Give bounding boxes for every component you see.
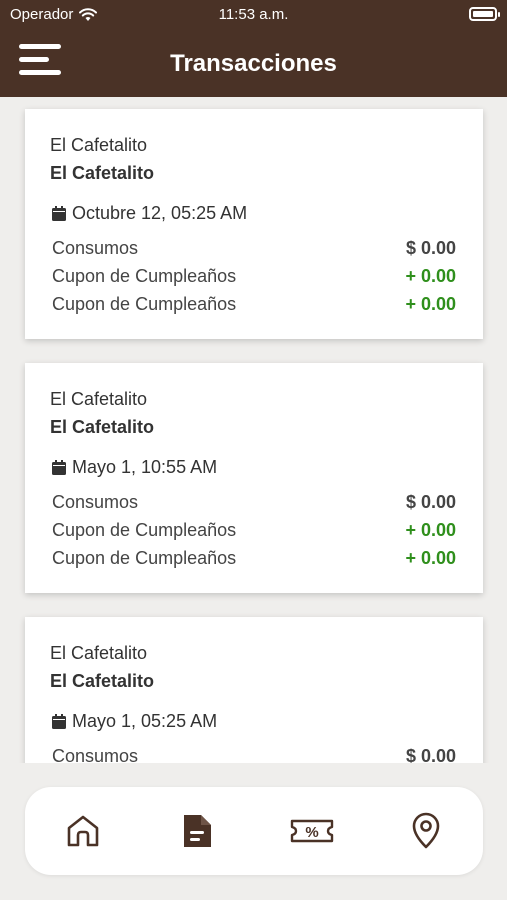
- transaction-line: Cupon de Cumpleaños + 0.00: [52, 520, 456, 541]
- location-pin-icon: [412, 812, 440, 849]
- nav-coupons-button[interactable]: %: [289, 811, 335, 851]
- home-icon: [67, 815, 99, 847]
- transaction-line: Cupon de Cumpleaños + 0.00: [52, 294, 456, 315]
- document-icon: [184, 815, 211, 847]
- line-label: Cupon de Cumpleaños: [52, 520, 237, 540]
- transaction-line: Consumos $ 0.00: [52, 492, 456, 513]
- transaction-line: Cupon de Cumpleaños + 0.00: [52, 266, 456, 287]
- line-label: Consumos: [52, 238, 139, 258]
- merchant-title: El Cafetalito: [50, 671, 155, 691]
- app-header: Operador 11:53 a.m. Transacciones: [0, 0, 507, 97]
- battery-icon: [469, 7, 500, 21]
- transaction-date-row: Octubre 12, 05:25 AM: [52, 203, 247, 224]
- bottom-navigation: %: [25, 787, 483, 875]
- transaction-date-row: Mayo 1, 10:55 AM: [52, 457, 217, 478]
- merchant-name: El Cafetalito: [50, 135, 148, 155]
- line-label: Consumos: [52, 746, 139, 763]
- svg-text:%: %: [305, 824, 318, 841]
- line-label: Cupon de Cumpleaños: [52, 294, 237, 314]
- coupon-icon: %: [290, 819, 334, 843]
- line-label: Cupon de Cumpleaños: [52, 548, 237, 568]
- transaction-line: Consumos $ 0.00: [52, 238, 456, 259]
- transaction-line: Cupon de Cumpleaños + 0.00: [52, 548, 456, 569]
- transaction-date: Mayo 1, 10:55 AM: [72, 457, 218, 477]
- calendar-icon: [52, 460, 66, 475]
- status-time: 11:53 a.m.: [218, 6, 289, 23]
- line-label: Cupon de Cumpleaños: [52, 266, 237, 286]
- nav-transactions-button[interactable]: [177, 811, 217, 851]
- merchant-title: El Cafetalito: [50, 163, 155, 183]
- merchant-name: El Cafetalito: [50, 389, 148, 409]
- page-title: Transacciones: [170, 50, 337, 77]
- line-amount: + 0.00: [405, 520, 456, 540]
- line-amount: + 0.00: [405, 294, 456, 314]
- transaction-date: Octubre 12, 05:25 AM: [72, 203, 248, 223]
- calendar-icon: [52, 206, 66, 221]
- line-amount: + 0.00: [405, 266, 456, 286]
- nav-home-button[interactable]: [63, 811, 103, 851]
- line-amount: + 0.00: [405, 548, 456, 568]
- calendar-icon: [52, 714, 66, 729]
- transaction-card: El Cafetalito El Cafetalito Mayo 1, 10:5…: [25, 363, 483, 593]
- status-bar: Operador 11:53 a.m.: [0, 0, 507, 30]
- transactions-list[interactable]: El Cafetalito El Cafetalito Octubre 12, …: [0, 97, 507, 763]
- line-amount: $ 0.00: [405, 492, 456, 512]
- transaction-card: El Cafetalito El Cafetalito Mayo 1, 05:2…: [25, 617, 483, 763]
- nav-locations-button[interactable]: [406, 811, 446, 851]
- line-label: Consumos: [52, 492, 139, 512]
- transaction-date-row: Mayo 1, 05:25 AM: [52, 711, 217, 732]
- transaction-date: Mayo 1, 05:25 AM: [72, 711, 218, 731]
- line-amount: $ 0.00: [405, 746, 456, 763]
- transaction-card: El Cafetalito El Cafetalito Octubre 12, …: [25, 109, 483, 339]
- line-amount: $ 0.00: [405, 238, 456, 258]
- merchant-title: El Cafetalito: [50, 417, 155, 437]
- merchant-name: El Cafetalito: [50, 643, 148, 663]
- transaction-line: Consumos $ 0.00: [52, 746, 456, 763]
